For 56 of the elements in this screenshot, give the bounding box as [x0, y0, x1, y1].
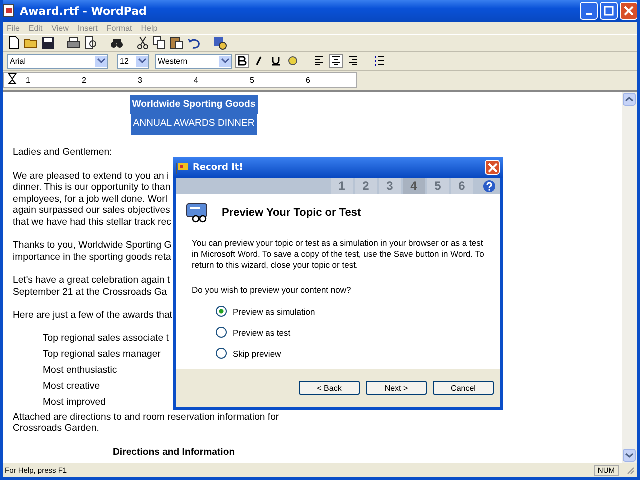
- heading-text: Worldwide Sporting Goods: [130, 95, 258, 114]
- award-text: Most enthusiastic: [43, 364, 118, 378]
- body-text: importance in the sporting goods reta: [13, 252, 172, 263]
- font-dropdown[interactable]: Arial: [7, 54, 108, 68]
- ruler-number: 6: [306, 76, 312, 84]
- step-tab[interactable]: 5: [427, 178, 449, 194]
- ruler-number: 5: [250, 76, 256, 84]
- step-tab[interactable]: 3: [379, 178, 401, 194]
- body-text: dinner. This is our opportunity to than: [13, 182, 171, 194]
- radio-option[interactable]: Preview as simulation: [216, 306, 490, 317]
- award-text: Top regional sales associate t: [43, 332, 169, 346]
- ruler-number: 2: [82, 76, 88, 84]
- menu-item[interactable]: View: [52, 24, 69, 32]
- step-tab[interactable]: 6: [451, 178, 473, 194]
- radio-option[interactable]: Skip preview: [216, 348, 490, 359]
- body-text: that we have had this stellar track rec: [13, 216, 172, 228]
- body-text: Let's have a great celebration again t: [13, 275, 170, 286]
- option-label: Preview as simulation: [233, 306, 316, 316]
- body-text: Ladies and Gentlemen:: [13, 147, 112, 158]
- menu-item[interactable]: Edit: [28, 24, 43, 32]
- radio-option[interactable]: Preview as test: [216, 327, 490, 338]
- description-text: You can preview your topic or test as a simulation in your browser or as a test in Microsoft Word. To save a copy of the test, use the Save button in Word. To return to this wizard, close your topic or test.: [192, 238, 486, 271]
- body-text: Here are just a few of the awards that: [13, 310, 172, 322]
- ruler-number: 3: [138, 76, 144, 84]
- wizard-button[interactable]: < Back: [299, 381, 360, 395]
- menu-item[interactable]: Format: [106, 24, 132, 32]
- body-text: Thanks to you, Worldwide Sporting G: [13, 240, 172, 252]
- option-label: Skip preview: [233, 348, 282, 358]
- award-text: Most creative: [43, 380, 100, 394]
- body-text: Attached are directions to and room reservation information for: [13, 412, 280, 423]
- ruler-number: 4: [194, 76, 200, 84]
- step-tab[interactable]: 2: [355, 178, 377, 194]
- step-tab[interactable]: 4: [403, 178, 425, 194]
- step-tab[interactable]: 1: [331, 178, 353, 194]
- dialog-title: Record It!: [193, 162, 244, 172]
- body-text: again surpassed our sales objectives: [13, 205, 170, 216]
- heading-text: ANNUAL AWARDS DINNER: [131, 114, 257, 135]
- wizard-button[interactable]: Cancel: [433, 381, 494, 395]
- menu-item[interactable]: Help: [141, 24, 158, 32]
- body-text: September 21 at the Crossroads Ga: [13, 286, 168, 298]
- body-text: employees, for a job well done. Worl: [13, 194, 168, 205]
- award-text: Most improved: [43, 396, 106, 410]
- script-dropdown[interactable]: Western: [155, 54, 232, 68]
- question-text: Do you wish to preview your content now?: [192, 285, 352, 296]
- dialog-heading: Preview Your Topic or Test: [222, 207, 362, 219]
- window-title: Award.rtf - WordPad: [20, 4, 148, 18]
- subheading-text: Directions and Information: [112, 446, 236, 458]
- wizard-button[interactable]: Next >: [366, 381, 427, 395]
- option-label: Preview as test: [233, 328, 291, 338]
- menu-item[interactable]: Insert: [78, 24, 98, 32]
- award-text: Top regional sales manager: [43, 348, 161, 362]
- font-size-dropdown[interactable]: 12: [117, 54, 149, 68]
- body-text: Crossroads Garden.: [13, 423, 100, 434]
- body-text: We are pleased to extend to you an i: [13, 170, 170, 182]
- menu-item[interactable]: File: [7, 24, 20, 32]
- ruler-number: 1: [26, 76, 32, 84]
